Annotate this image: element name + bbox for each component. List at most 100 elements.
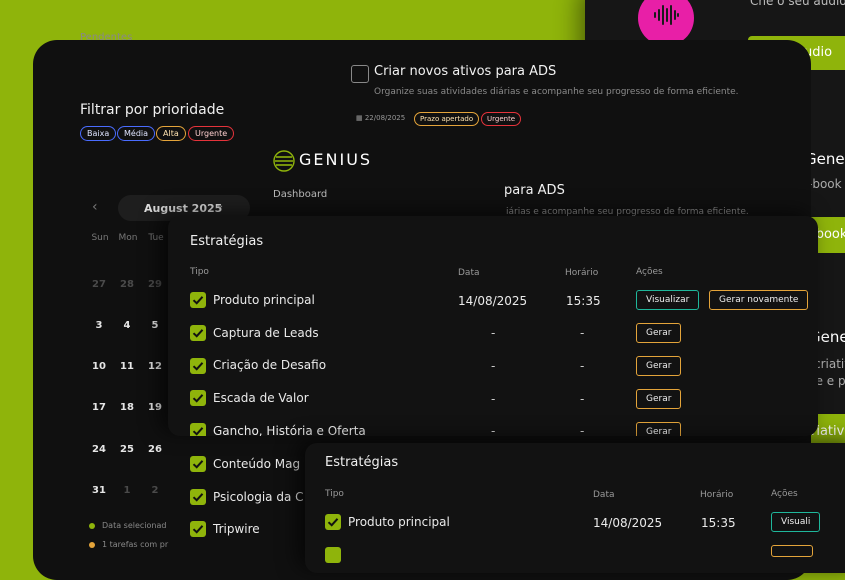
- generate-button[interactable]: Gerar: [636, 422, 682, 436]
- regenerate-button[interactable]: Gerar novamente: [709, 290, 809, 310]
- strategy-label: Captura de Leads: [213, 326, 319, 340]
- strategy-date: 14/08/2025: [458, 294, 528, 308]
- strategy-checkbox[interactable]: [325, 514, 341, 530]
- strategy-date: 14/08/2025: [593, 516, 663, 530]
- check-icon: [192, 525, 204, 534]
- check-icon: [192, 296, 204, 305]
- strategy-checkbox[interactable]: [325, 547, 341, 563]
- check-icon: [192, 329, 204, 338]
- column-time: Horário: [700, 490, 734, 500]
- strategy-checkbox[interactable]: [190, 292, 206, 308]
- strategy-checkbox[interactable]: [190, 358, 206, 374]
- strategy-time: 15:35: [566, 294, 601, 308]
- sidebar-item-dashboard[interactable]: Dashboard: [273, 189, 327, 200]
- strategy-time: 15:35: [701, 516, 736, 530]
- calendar-day[interactable]: 4: [116, 320, 138, 331]
- calendar-day[interactable]: 2: [144, 485, 166, 496]
- strategy-date: -: [491, 359, 496, 373]
- strategy-label: Conteúdo Mag: [213, 457, 301, 471]
- calendar-day[interactable]: 25: [116, 444, 138, 455]
- calendar-day[interactable]: 26: [144, 444, 166, 455]
- calendar-day[interactable]: 5: [144, 320, 166, 331]
- calendar-month-label: August 2025: [144, 202, 223, 215]
- calendar-prev-icon[interactable]: ‹: [92, 199, 98, 215]
- strategy-label: Produto principal: [213, 293, 315, 307]
- generate-button[interactable]: Gerar: [636, 323, 682, 343]
- filter-priority-title: Filtrar por prioridade: [80, 102, 225, 118]
- pendentes-label: Pendentes: [80, 32, 133, 43]
- audio-question-text: Che o seu áudio pe: [750, 0, 845, 8]
- chevron-down-icon: ⌄: [216, 200, 225, 211]
- column-time: Horário: [565, 268, 599, 278]
- genius-logo-icon: [273, 150, 295, 172]
- view-button[interactable]: Visualizar: [636, 290, 700, 310]
- calendar-icon: ▦: [356, 114, 365, 122]
- priority-pill-urgente[interactable]: Urgente: [188, 126, 235, 141]
- genius-logo-text: GENIUS: [299, 150, 373, 169]
- task-date-value: 22/08/2025: [364, 114, 406, 122]
- weekday-tue: Tue: [148, 233, 164, 243]
- strategies-panel-2: Estratégias Tipo Data Horário Ações Prod…: [305, 443, 845, 573]
- task-checkbox[interactable]: [351, 65, 369, 83]
- priority-pill-media[interactable]: Média: [117, 126, 156, 141]
- calendar-day[interactable]: 28: [116, 279, 138, 290]
- strategy-checkbox[interactable]: [190, 390, 206, 406]
- strategy-time: -: [580, 392, 585, 406]
- view-button[interactable]: Visuali: [771, 512, 821, 532]
- calendar-day[interactable]: 27: [88, 279, 110, 290]
- strategy-checkbox[interactable]: [190, 521, 206, 537]
- generate-button[interactable]: Gerar: [636, 389, 682, 409]
- strategy-label: Psicologia da C: [213, 490, 304, 504]
- priority-pill-baixa[interactable]: Baixa: [80, 126, 117, 141]
- legend-selected-date: Data selecionad: [102, 521, 167, 530]
- column-date: Data: [458, 268, 480, 278]
- calendar-day[interactable]: 11: [116, 361, 138, 372]
- strategy-date: -: [491, 392, 496, 406]
- calendar-day[interactable]: 24: [88, 444, 110, 455]
- calendar-day[interactable]: 29: [144, 279, 166, 290]
- calendar-day[interactable]: 19: [144, 402, 166, 413]
- strategy-checkbox[interactable]: [190, 423, 206, 436]
- strategies-title: Estratégias: [325, 455, 399, 470]
- weekday-sun: Sun: [91, 233, 109, 243]
- column-date: Data: [593, 490, 615, 500]
- calendar-day[interactable]: 3: [88, 320, 110, 331]
- task-title: Criar novos ativos para ADS: [374, 64, 557, 79]
- generate-button[interactable]: Gerar: [636, 356, 682, 376]
- column-actions: Ações: [636, 267, 663, 277]
- strategy-checkbox[interactable]: [190, 456, 206, 472]
- generate-button[interactable]: [771, 545, 813, 557]
- check-icon: [192, 427, 204, 436]
- task-date: ▦ 22/08/2025: [356, 114, 405, 122]
- legend-tasks: 1 tarefas com pr: [102, 540, 169, 549]
- calendar-day[interactable]: 1: [116, 485, 138, 496]
- strategy-label: Produto principal: [348, 515, 450, 529]
- task-description: Organize suas atividades diárias e acomp…: [374, 87, 739, 97]
- strategy-time: -: [580, 326, 585, 340]
- weekday-mon: Mon: [118, 233, 138, 243]
- strategy-time: -: [580, 359, 585, 373]
- strategy-date: -: [491, 424, 496, 436]
- strategies-panel: Estratégias Tipo Data Horário Ações Prod…: [168, 216, 818, 436]
- strategies-title: Estratégias: [190, 234, 264, 249]
- task-tag-urgente: Urgente: [481, 112, 522, 126]
- legend-dot-tasks: [89, 542, 95, 548]
- priority-pill-alta[interactable]: Alta: [156, 126, 186, 141]
- strategy-label: Gancho, História e Oferta: [213, 424, 366, 436]
- column-type: Tipo: [325, 489, 344, 499]
- column-actions: Ações: [771, 489, 798, 499]
- calendar-day[interactable]: 10: [88, 361, 110, 372]
- calendar-day[interactable]: 18: [116, 402, 138, 413]
- audio-waveform-icon: [654, 5, 679, 25]
- check-icon: [192, 394, 204, 403]
- check-icon: [192, 460, 204, 469]
- calendar-day[interactable]: 12: [144, 361, 166, 372]
- strategy-label: Criação de Desafio: [213, 358, 327, 372]
- check-icon: [192, 362, 204, 371]
- calendar-day[interactable]: 17: [88, 402, 110, 413]
- strategy-date: -: [491, 326, 496, 340]
- strategy-checkbox[interactable]: [190, 489, 206, 505]
- strategy-checkbox[interactable]: [190, 325, 206, 341]
- strategy-label: Tripwire: [213, 522, 260, 536]
- calendar-day[interactable]: 31: [88, 485, 110, 496]
